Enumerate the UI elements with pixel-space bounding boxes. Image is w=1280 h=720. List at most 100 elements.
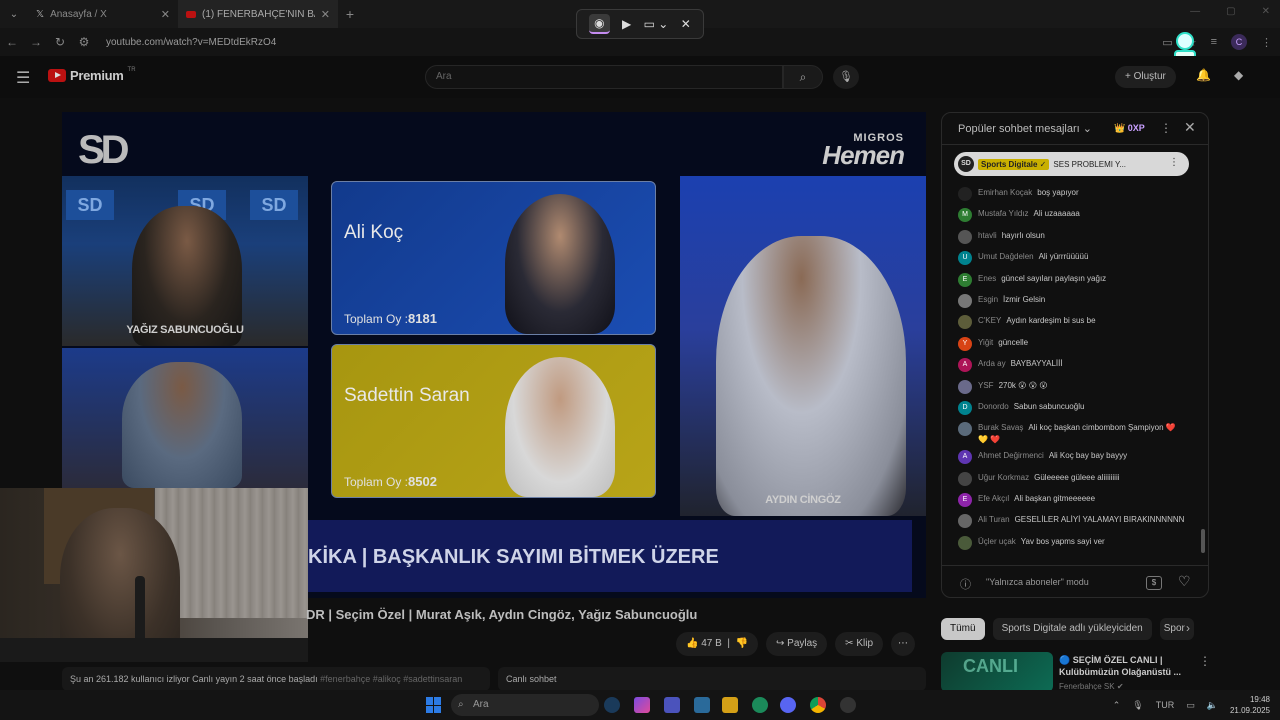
network-icon[interactable]: ▭ [1186,700,1195,711]
video-record-icon[interactable]: ▶ [622,17,631,31]
author-name[interactable]: Mustafa Yıldız [978,209,1029,218]
avatar[interactable] [958,422,972,437]
chip-uploader[interactable]: Sports Digitale adlı yükleyiciden [992,618,1152,640]
author-name[interactable]: C'KEY [978,316,1001,325]
close-window-icon[interactable]: ✕ [1262,6,1270,17]
chat-message[interactable]: Emirhan Koçak boş yapıyor [942,183,1200,204]
chat-message[interactable]: A Ahmet Değirmenci Ali Koç bay bay bayyy [942,446,1200,467]
chat-mode-dropdown[interactable]: Popüler sohbet mesajları ⌄ [958,122,1092,135]
site-settings-icon[interactable]: ⚙ [72,35,96,49]
avatar[interactable]: E [958,493,972,508]
chip-all[interactable]: Tümü [941,618,985,640]
clip-button[interactable]: ✂ Klip [835,632,884,656]
url-field[interactable]: youtube.com/watch?v=MEDtdEkRzO4 [106,37,276,48]
avatar[interactable]: A [958,358,972,373]
avatar[interactable]: M [958,208,972,223]
avatar[interactable]: Y [958,336,972,351]
chat-scrollbar[interactable] [1201,151,1205,559]
chat-message[interactable]: E Efe Akçıl Ali başkan gitmeeeeee [942,489,1200,510]
like-button[interactable]: 👍 47 B | 👎 [676,632,758,656]
chat-more-icon[interactable]: ⋮ [1160,121,1172,135]
back-icon[interactable]: ← [0,35,24,49]
browser-menu-icon[interactable]: ⋮ [1261,36,1272,49]
chat-message[interactable]: C'KEY Aydın kardeşim bi sus be [942,311,1200,332]
avatar[interactable]: A [958,450,972,465]
chat-message[interactable]: E Enes güncel sayıları paylaşın yağız [942,269,1200,290]
reload-icon[interactable]: ↻ [48,35,72,49]
more-actions-button[interactable]: ⋯ [891,632,916,656]
chat-message[interactable]: A Arda ay BAYBAYYALİİİ [942,354,1200,375]
language-indicator[interactable]: TUR [1156,700,1175,710]
avatar[interactable] [958,535,972,550]
forward-icon[interactable]: → [24,35,48,49]
author-name[interactable]: Burak Savaş [978,423,1023,432]
avatar[interactable]: D [958,400,972,415]
thumbs-down-icon[interactable]: 👎 [736,638,748,649]
taskbar-search[interactable]: ⌕ Ara [451,694,599,716]
author-name[interactable]: Üçler uçak [978,537,1016,546]
video-thumbnail[interactable]: CANLI [941,652,1053,692]
avatar[interactable] [958,315,972,330]
teams-icon[interactable] [664,697,680,713]
author-name[interactable]: Yiğit [978,338,993,347]
recommended-title[interactable]: 🔵 SEÇİM ÖZEL CANLI | Kulübümüzün Olağanü… [1059,654,1199,678]
author-name[interactable]: Emirhan Koçak [978,188,1032,197]
avatar[interactable] [958,379,972,394]
avatar[interactable] [958,471,972,486]
create-button[interactable]: + Oluştur [1115,66,1176,88]
discord-icon[interactable] [780,697,796,713]
copilot-icon[interactable] [634,697,650,713]
profile-avatar[interactable]: C [1231,34,1247,50]
account-avatar[interactable]: ◆ [1234,68,1243,82]
chat-message[interactable]: Ali Turan GESELİLER ALİYİ YALAMAYI BIRAKI… [942,510,1200,531]
close-chat-icon[interactable]: ✕ [1184,119,1196,136]
minimize-icon[interactable]: — [1190,6,1200,17]
description-box[interactable]: Şu an 261.182 kullanıcı izliyor Canlı ya… [62,667,490,691]
avatar[interactable] [958,187,972,201]
author-name[interactable]: htavli [978,231,997,240]
screenshot-mode-icon[interactable]: ◉ [589,14,610,34]
chat-message[interactable]: M Mustafa Yıldız Ali uzaaaaaa [942,204,1200,225]
pinned-message[interactable]: SD Sports Digitale ✓ SES PROBLEMI Y... ⋮ [954,152,1189,176]
more-icon[interactable]: ⋮ [1199,654,1211,668]
tab-x-home[interactable]: 𝕏 Anasayfa / X ✕ [28,0,178,28]
author-name[interactable]: Uğur Korkmaz [978,473,1029,482]
avatar[interactable] [958,229,972,244]
chat-message[interactable]: htavli hayırlı olsun [942,226,1200,247]
chat-message[interactable]: Esgin İzmir Gelsin [942,290,1200,311]
tray-overflow-icon[interactable]: ⌃ [1113,700,1121,711]
search-input[interactable]: Ara [425,65,783,89]
avatar[interactable]: E [958,272,972,287]
edge-copilot-icon[interactable] [604,697,620,713]
author-name[interactable]: Esgin [978,295,998,304]
windows-start-icon[interactable] [426,697,442,713]
close-tab-icon[interactable]: ✕ [161,8,170,21]
author-name[interactable]: Ali Turan [978,515,1010,524]
close-capture-icon[interactable]: ✕ [681,17,691,31]
super-chat-icon[interactable]: $ [1146,576,1162,590]
avatar[interactable]: U [958,251,972,266]
maximize-icon[interactable]: ▢ [1226,6,1235,17]
recommended-video[interactable]: CANLI 🔵 SEÇİM ÖZEL CANLI | Kulübümüzün O… [941,652,1211,692]
search-button[interactable]: ⌕ [783,65,823,89]
volume-icon[interactable]: 🔈 [1207,700,1218,711]
author-name[interactable]: Donordo [978,402,1009,411]
reading-list-icon[interactable]: ≡ [1211,36,1217,48]
tab-list-icon[interactable]: ⌄ [0,9,28,20]
chat-message[interactable]: Burak Savaş Ali koç başkan cimbombom Şamp… [942,418,1200,446]
hashtags[interactable]: #fenerbahçe #alikoç #sadettinsaran [320,674,462,684]
store-icon[interactable] [694,697,710,713]
author-name[interactable]: Ahmet Değirmenci [978,451,1044,460]
app-icon[interactable] [840,697,856,713]
pinned-more-icon[interactable]: ⋮ [1169,157,1179,168]
clock[interactable]: 19:48 21.09.2025 [1230,694,1270,716]
avatar[interactable] [958,514,972,529]
youtube-logo[interactable]: Premium TR [48,67,136,83]
edge-icon[interactable] [752,697,768,713]
menu-icon[interactable]: ☰ [16,68,30,88]
microphone-tray-icon[interactable]: 🎙 [1132,700,1143,711]
author-name[interactable]: YSF [978,381,994,390]
voice-search-button[interactable]: 🎙 [833,65,859,89]
share-button[interactable]: ↪ Paylaş [765,632,828,656]
xp-badge[interactable]: 👑 0XP [1114,123,1145,134]
